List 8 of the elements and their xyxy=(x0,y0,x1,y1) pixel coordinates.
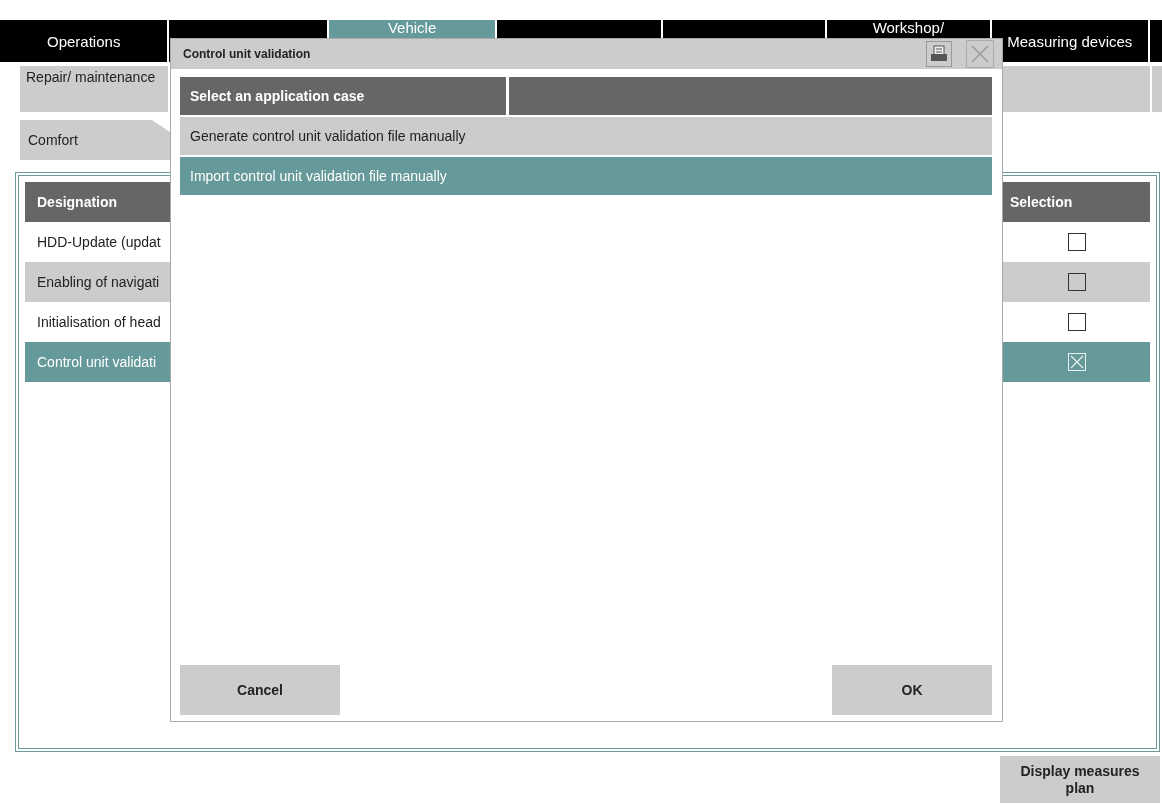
column-header: Designation xyxy=(36,194,119,210)
dialog-title: Control unit validation xyxy=(183,47,312,61)
table-cell-text: Control unit validati xyxy=(36,354,158,370)
column-header: Select an application case xyxy=(180,77,506,115)
table-cell-text: Enabling of navigati xyxy=(36,274,161,290)
column-header: Selection xyxy=(1010,194,1074,210)
table-cell-text: HDD-Update (updat xyxy=(36,234,162,250)
table-cell-text: Initialisation of head xyxy=(36,314,162,330)
